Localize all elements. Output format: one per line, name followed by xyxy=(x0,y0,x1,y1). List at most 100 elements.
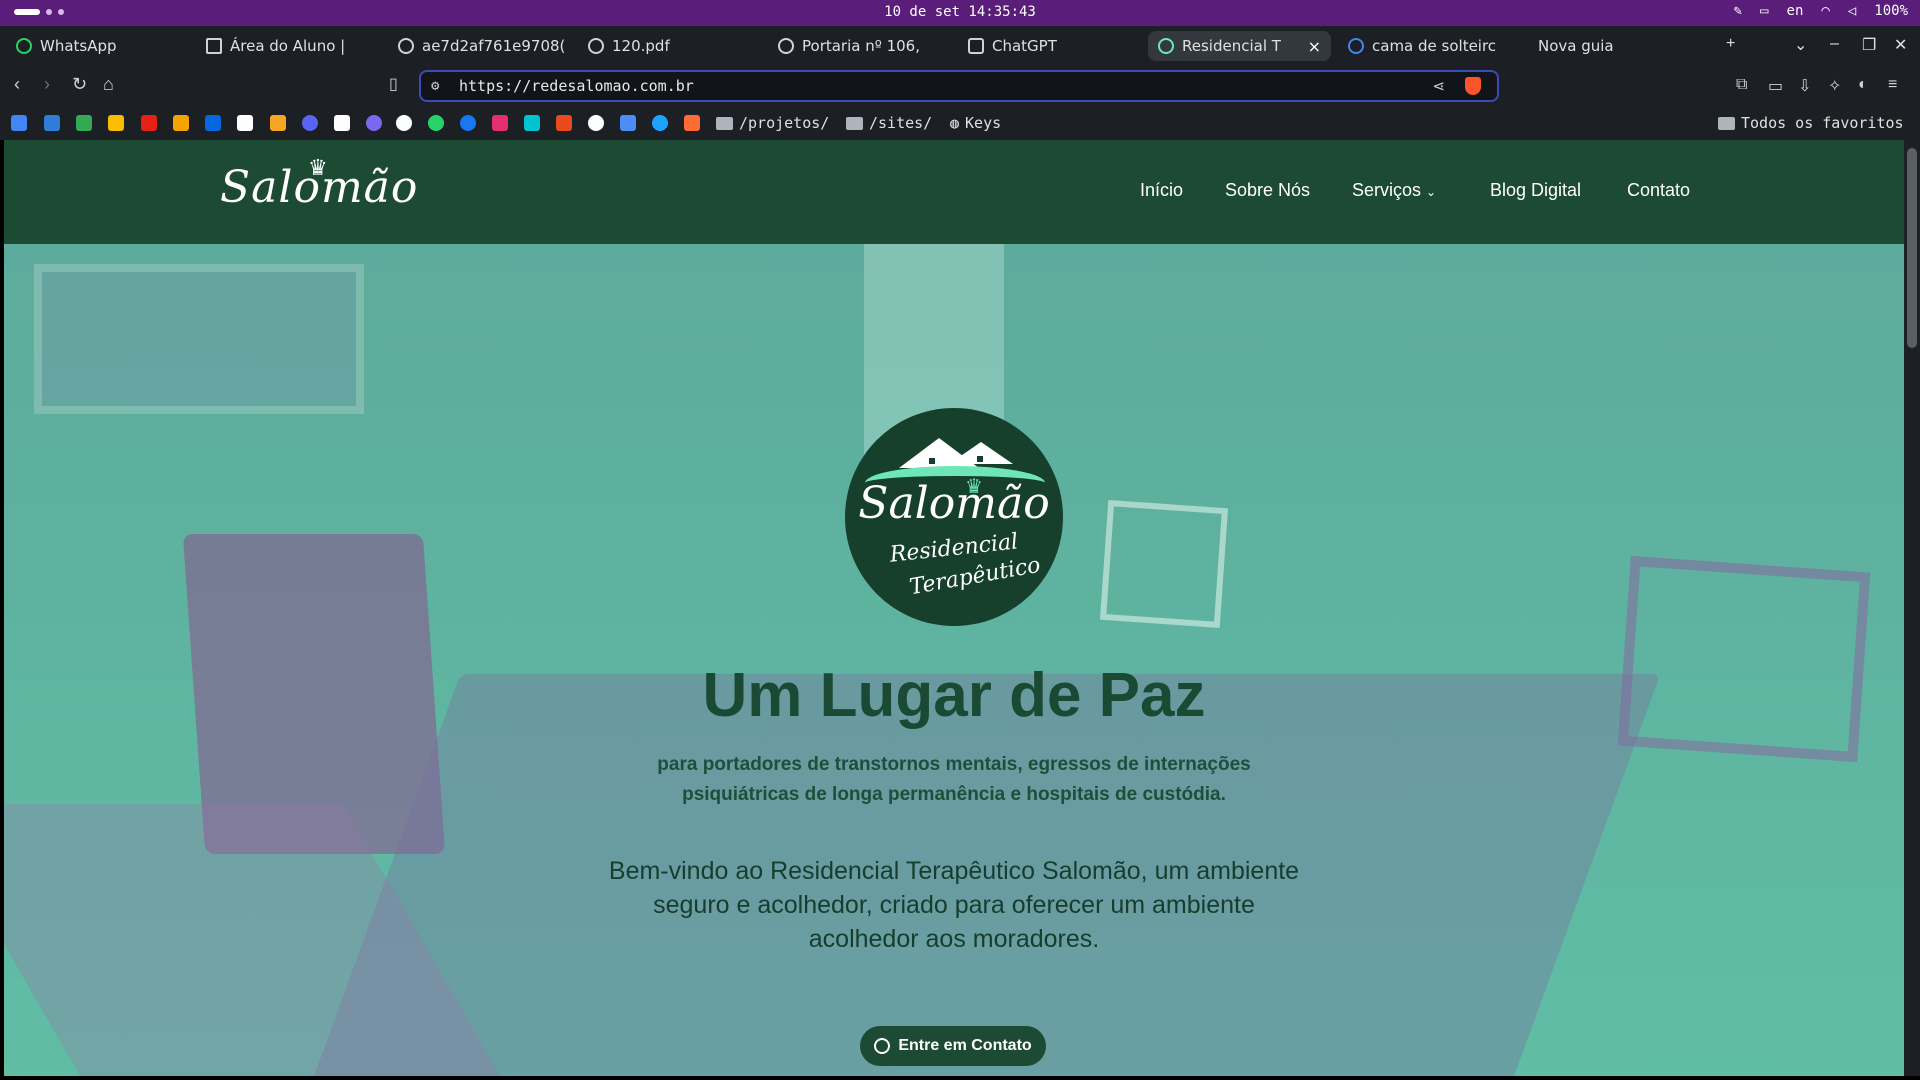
tab-chatgpt[interactable]: ChatGPT xyxy=(958,31,1138,61)
pen-icon[interactable]: ✎ xyxy=(1734,3,1742,19)
keyboard-layout[interactable]: en xyxy=(1787,3,1804,19)
globe-icon: ◍ xyxy=(950,114,960,132)
browser-toolbar: ‹ › ↻ ⌂ ▯ ⚙ https://redesalomao.com.br ⋖… xyxy=(0,66,1920,106)
bookmark-icon[interactable] xyxy=(684,115,700,131)
crown-icon: ♛ xyxy=(308,156,329,181)
new-tab-icon[interactable]: + xyxy=(1726,35,1735,53)
close-window-icon[interactable]: ✕ xyxy=(1894,35,1907,55)
nav-servicos[interactable]: Serviços ⌄ xyxy=(1352,180,1436,201)
tab-portaria[interactable]: Portaria nº 106, xyxy=(768,31,948,61)
folder-sites[interactable]: /sites/ xyxy=(846,114,932,132)
bookmark-icon[interactable] xyxy=(556,115,572,131)
brave-shields-icon[interactable] xyxy=(1465,77,1481,95)
menu-icon[interactable]: ≡ xyxy=(1888,76,1897,94)
chatgpt-icon xyxy=(968,38,984,54)
url-text[interactable]: https://redesalomao.com.br xyxy=(459,77,694,95)
web-page: Salomão ♛ Início Sobre Nós Serviços ⌄ Blo… xyxy=(4,140,1904,1076)
drive-icon[interactable] xyxy=(108,115,124,131)
folder-projetos[interactable]: /projetos/ xyxy=(716,114,829,132)
cast-icon[interactable]: ▭ xyxy=(1768,76,1783,96)
chevron-down-icon: ⌄ xyxy=(1426,185,1437,199)
tab-strip: WhatsApp Área do Aluno | ae7d2af761e9708… xyxy=(0,26,1920,66)
wall-picture-frame xyxy=(34,264,364,414)
discord-icon[interactable] xyxy=(302,115,318,131)
os-top-bar: 10 de set 14:35:43 ✎ ▭ en ◠ ◁ 100% xyxy=(0,0,1920,26)
folder-icon xyxy=(846,116,863,130)
bookmark-icon[interactable]: ▯ xyxy=(389,74,398,94)
hero-section: ♛ Salomão Residencial Terapêutico Um Lug… xyxy=(4,244,1904,1076)
extensions-icon[interactable]: ⧉ xyxy=(1736,76,1747,94)
minimize-icon[interactable]: – xyxy=(1830,35,1839,53)
facebook-icon[interactable] xyxy=(460,115,476,131)
volume-icon[interactable]: ◁ xyxy=(1848,3,1856,19)
site-header: Salomão ♛ Início Sobre Nós Serviços ⌄ Blo… xyxy=(4,140,1904,244)
folder-icon xyxy=(716,116,733,130)
capcut-icon[interactable] xyxy=(334,115,350,131)
address-bar[interactable]: ⚙ https://redesalomao.com.br ⋖ xyxy=(419,70,1499,102)
battery-status[interactable]: 100% xyxy=(1874,3,1908,19)
analytics-icon[interactable] xyxy=(173,115,189,131)
tab-pdf[interactable]: 120.pdf xyxy=(578,31,758,61)
whatsapp-icon xyxy=(874,1038,891,1054)
google-icon xyxy=(1348,38,1364,54)
scrollbar-thumb[interactable] xyxy=(1907,148,1917,348)
globe-icon xyxy=(588,38,604,54)
home-icon[interactable]: ⌂ xyxy=(103,74,114,95)
tab-whatsapp[interactable]: WhatsApp xyxy=(6,31,186,61)
instagram-icon[interactable] xyxy=(492,115,508,131)
site-favicon-icon xyxy=(1158,38,1174,54)
bookmark-keys[interactable]: ◍ Keys xyxy=(950,114,1001,132)
gemini-icon[interactable] xyxy=(620,115,636,131)
system-clock[interactable]: 10 de set 14:35:43 xyxy=(0,4,1920,20)
system-tray: ✎ ▭ en ◠ ◁ 100% xyxy=(1734,3,1908,19)
meta-icon[interactable] xyxy=(205,115,221,131)
nav-contato[interactable]: Contato xyxy=(1627,180,1690,201)
meet-icon[interactable] xyxy=(76,115,92,131)
globe-icon xyxy=(398,38,414,54)
nav-blog-digital[interactable]: Blog Digital xyxy=(1490,180,1581,201)
small-frame-shape xyxy=(1099,499,1229,629)
openai-icon[interactable] xyxy=(588,115,604,131)
restore-icon[interactable]: ❐ xyxy=(1862,35,1876,55)
page-icon xyxy=(206,38,222,54)
bookmark-icon[interactable] xyxy=(44,115,60,131)
whatsapp-icon xyxy=(16,38,32,54)
nav-inicio[interactable]: Início xyxy=(1140,180,1183,201)
bookmark-icon[interactable] xyxy=(366,115,382,131)
leo-ai-icon[interactable]: ✧ xyxy=(1828,76,1841,96)
wallet-icon[interactable]: ◐ xyxy=(1858,76,1868,94)
reload-icon[interactable]: ↻ xyxy=(72,74,87,95)
tab-nova-guia[interactable]: Nova guia xyxy=(1528,31,1668,61)
tab-cama[interactable]: cama de solteirc xyxy=(1338,31,1518,61)
contact-button[interactable]: Entre em Contato xyxy=(860,1026,1046,1066)
github-icon[interactable] xyxy=(396,115,412,131)
share-icon[interactable]: ⋖ xyxy=(1432,77,1445,95)
calendar-icon[interactable] xyxy=(237,115,253,131)
folder-all-bookmarks[interactable]: Todos os favoritos xyxy=(1718,114,1904,132)
site-info-icon[interactable]: ⚙ xyxy=(431,78,439,94)
close-tab-icon[interactable]: × xyxy=(1308,37,1321,56)
site-logo[interactable]: Salomão ♛ xyxy=(220,156,418,213)
page-scrollbar[interactable] xyxy=(1904,140,1920,1076)
tab-residencial[interactable]: Residencial T × xyxy=(1148,31,1331,61)
docs-icon[interactable] xyxy=(11,115,27,131)
canva-icon[interactable] xyxy=(524,115,540,131)
folder-icon xyxy=(1718,116,1735,130)
back-icon[interactable]: ‹ xyxy=(14,74,20,95)
bookmarks-bar: /projetos/ /sites/ ◍ Keys Todos os favori… xyxy=(0,106,1920,140)
hero-subtitle: para portadores de transtornos mentais, … xyxy=(657,754,1251,805)
hero-welcome-text: Bem-vindo ao Residencial Terapêutico Sal… xyxy=(608,857,1300,953)
bookmark-icon[interactable] xyxy=(270,115,286,131)
forward-icon[interactable]: › xyxy=(44,74,50,95)
tab-list-icon[interactable]: ⌄ xyxy=(1794,35,1807,55)
whatsapp-icon[interactable] xyxy=(428,115,444,131)
bookmark-icon[interactable] xyxy=(652,115,668,131)
download-icon[interactable]: ⇩ xyxy=(1798,76,1811,96)
clipboard-icon[interactable]: ▭ xyxy=(1760,3,1768,19)
wifi-icon[interactable]: ◠ xyxy=(1821,3,1829,19)
tab-area-do-aluno[interactable]: Área do Aluno | xyxy=(196,31,386,61)
youtube-icon[interactable] xyxy=(141,115,157,131)
tab-hash[interactable]: ae7d2af761e9708( xyxy=(388,31,568,61)
nav-sobre-nos[interactable]: Sobre Nós xyxy=(1225,180,1310,201)
hero-title: Um Lugar de Paz xyxy=(702,661,1206,730)
